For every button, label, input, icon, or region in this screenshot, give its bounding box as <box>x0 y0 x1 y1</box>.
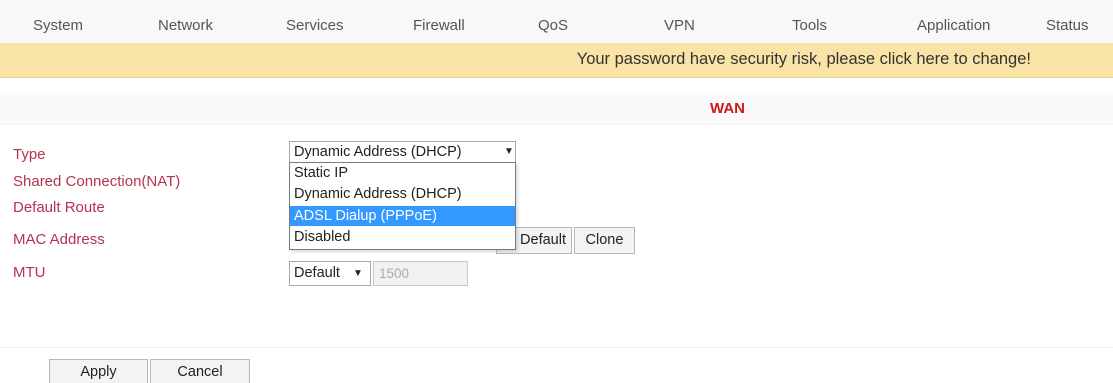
chevron-down-icon: ▼ <box>353 268 363 279</box>
nav-application[interactable]: Application <box>917 17 990 34</box>
cancel-button[interactable]: Cancel <box>150 359 250 383</box>
security-banner: Your password have security risk, please… <box>0 43 1113 78</box>
mtu-label: MTU <box>13 264 46 281</box>
divider <box>0 347 1113 348</box>
mtu-input[interactable] <box>373 261 468 286</box>
section-title: WAN <box>710 100 745 117</box>
mtu-select-value: Default <box>294 265 340 281</box>
section-header: WAN <box>0 92 1113 125</box>
apply-button[interactable]: Apply <box>49 359 148 383</box>
nav-services[interactable]: Services <box>286 17 344 34</box>
default-route-label: Default Route <box>13 199 105 216</box>
option-dhcp[interactable]: Dynamic Address (DHCP) <box>290 184 515 204</box>
nat-label: Shared Connection(NAT) <box>13 173 181 190</box>
type-label: Type <box>13 146 46 163</box>
option-static-ip[interactable]: Static IP <box>290 163 515 183</box>
type-select-value: Dynamic Address (DHCP) <box>294 144 462 160</box>
type-select[interactable]: Dynamic Address (DHCP) ▼ <box>289 141 516 163</box>
nav-tools[interactable]: Tools <box>792 17 827 34</box>
nav-firewall[interactable]: Firewall <box>413 17 465 34</box>
option-disabled[interactable]: Disabled <box>290 227 515 247</box>
password-risk-link[interactable]: Your password have security risk, please… <box>577 50 1031 69</box>
option-pppoe[interactable]: ADSL Dialup (PPPoE) <box>290 206 515 226</box>
nav-qos[interactable]: QoS <box>538 17 568 34</box>
nav-vpn[interactable]: VPN <box>664 17 695 34</box>
mac-address-label: MAC Address <box>13 231 105 248</box>
chevron-down-icon: ▼ <box>504 146 514 157</box>
nav-system[interactable]: System <box>33 17 83 34</box>
nav-network[interactable]: Network <box>158 17 213 34</box>
router-wan-page: System Network Services Firewall QoS VPN… <box>0 0 1113 383</box>
mac-clone-button[interactable]: Clone <box>574 227 635 254</box>
nav-status[interactable]: Status <box>1046 17 1089 34</box>
type-dropdown-list: Static IP Dynamic Address (DHCP) ADSL Di… <box>289 162 516 250</box>
mtu-select[interactable]: Default ▼ <box>289 261 371 286</box>
